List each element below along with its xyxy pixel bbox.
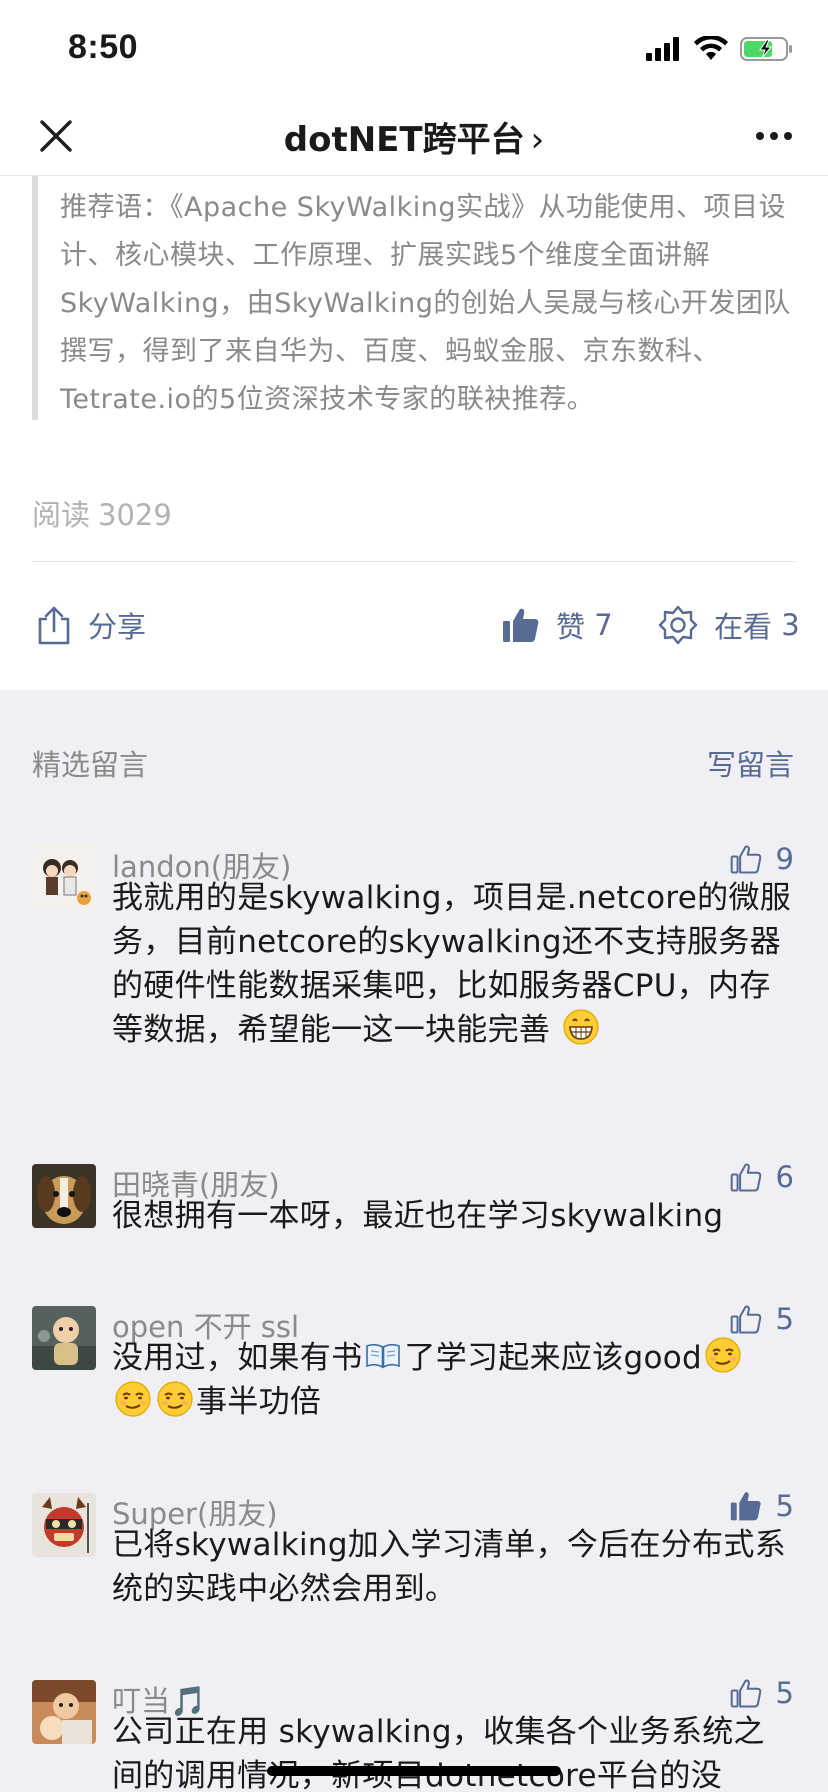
share-button[interactable]: 分享 bbox=[36, 600, 146, 650]
nav-bar: dotNET跨平台 › bbox=[0, 96, 828, 176]
more-options-icon[interactable] bbox=[752, 116, 796, 156]
like-count: 7 bbox=[594, 608, 613, 642]
selected-comments-label: 精选留言 bbox=[32, 748, 149, 782]
quote-text: 推荐语：《Apache SkyWalking实战》从功能使用、项目设计、核心模块… bbox=[60, 192, 791, 415]
comment-like-button[interactable]: 5 bbox=[730, 1489, 794, 1523]
smirk-emoji-icon bbox=[115, 1381, 151, 1417]
avatar[interactable] bbox=[32, 1306, 96, 1370]
status-bar: 8:50 bbox=[0, 0, 828, 96]
thumbs-up-filled-icon bbox=[503, 608, 539, 642]
looking-count: 3 bbox=[781, 608, 800, 642]
thumbs-up-outline-icon bbox=[730, 1305, 761, 1334]
comment-like-count: 5 bbox=[775, 1489, 794, 1523]
avatar[interactable] bbox=[32, 846, 96, 910]
grinning-emoji-icon bbox=[563, 1009, 599, 1045]
status-time: 8:50 bbox=[68, 28, 139, 66]
thumbs-up-outline-icon bbox=[730, 845, 761, 874]
comment-like-count: 9 bbox=[775, 842, 794, 876]
account-name: dotNET跨平台 bbox=[283, 120, 525, 160]
read-label: 阅读 bbox=[32, 498, 91, 532]
comment-like-button[interactable]: 5 bbox=[730, 1676, 794, 1710]
write-comment-link[interactable]: 写留言 bbox=[707, 742, 794, 784]
like-button[interactable]: 赞 7 bbox=[502, 600, 613, 650]
home-indicator[interactable] bbox=[267, 1766, 561, 1776]
status-icons bbox=[646, 34, 794, 64]
comments-section: 精选留言 写留言 landon(朋友) 9 我就用的是skywalking，项目… bbox=[0, 690, 828, 1792]
chevron-right-icon: › bbox=[530, 120, 545, 160]
looking-star-icon bbox=[658, 605, 698, 645]
recommendation-quote: 推荐语：《Apache SkyWalking实战》从功能使用、项目设计、核心模块… bbox=[32, 176, 800, 420]
comment-text: 我就用的是skywalking，项目是.netcore的微服务，目前netcor… bbox=[112, 876, 796, 1052]
comment-like-button[interactable]: 9 bbox=[730, 842, 794, 876]
looking-button[interactable]: 在看 3 bbox=[658, 600, 800, 650]
comment-like-button[interactable]: 6 bbox=[730, 1160, 794, 1194]
comment-text: 公司正在用 skywalking，收集各个业务系统之间的调用情况，新项目dotn… bbox=[112, 1714, 765, 1792]
share-icon bbox=[38, 606, 70, 645]
comment-text-part: 了学习起来应该good bbox=[404, 1340, 702, 1376]
share-label: 分享 bbox=[88, 610, 147, 644]
open-book-emoji-icon bbox=[366, 1343, 401, 1369]
comment-like-count: 5 bbox=[775, 1676, 794, 1710]
comment-text: 很想拥有一本呀，最近也在学习skywalking bbox=[112, 1198, 724, 1234]
account-title-link[interactable]: dotNET跨平台 › bbox=[0, 112, 828, 161]
thumbs-up-filled-icon bbox=[730, 1492, 761, 1521]
comment-text: 没用过，如果有书 了学习起来应该good 事半功倍 bbox=[112, 1336, 796, 1424]
comment-like-count: 5 bbox=[775, 1302, 794, 1336]
read-count: 阅读 3029 bbox=[32, 492, 172, 534]
comment-text-content: 我就用的是skywalking，项目是.netcore的微服务，目前netcor… bbox=[112, 880, 792, 1048]
comment-text-part: 没用过，如果有书 bbox=[112, 1340, 363, 1376]
battery-charging-icon bbox=[740, 37, 792, 61]
wifi-icon bbox=[694, 36, 728, 60]
smirk-emoji-icon bbox=[705, 1337, 741, 1373]
cellular-signal-icon bbox=[646, 37, 679, 61]
smirk-emoji-icon bbox=[157, 1381, 193, 1417]
comment-text-part: 事半功倍 bbox=[196, 1384, 322, 1420]
avatar[interactable] bbox=[32, 1493, 96, 1557]
avatar[interactable] bbox=[32, 1164, 96, 1228]
read-count-value: 3029 bbox=[98, 498, 172, 532]
thumbs-up-outline-icon bbox=[730, 1679, 761, 1708]
comment-like-count: 6 bbox=[775, 1160, 794, 1194]
comment-like-button[interactable]: 5 bbox=[730, 1302, 794, 1336]
article-page: 8:50 dotNET跨平台 › 推荐语：《Apache SkyWalking实… bbox=[0, 0, 828, 1792]
comment-text: 已将skywalking加入学习清单，今后在分布式系统的实践中必然会用到。 bbox=[112, 1527, 786, 1607]
avatar[interactable] bbox=[32, 1680, 96, 1744]
like-label: 赞 bbox=[556, 610, 586, 644]
thumbs-up-outline-icon bbox=[730, 1163, 761, 1192]
divider bbox=[32, 561, 796, 562]
looking-label: 在看 bbox=[714, 610, 773, 644]
